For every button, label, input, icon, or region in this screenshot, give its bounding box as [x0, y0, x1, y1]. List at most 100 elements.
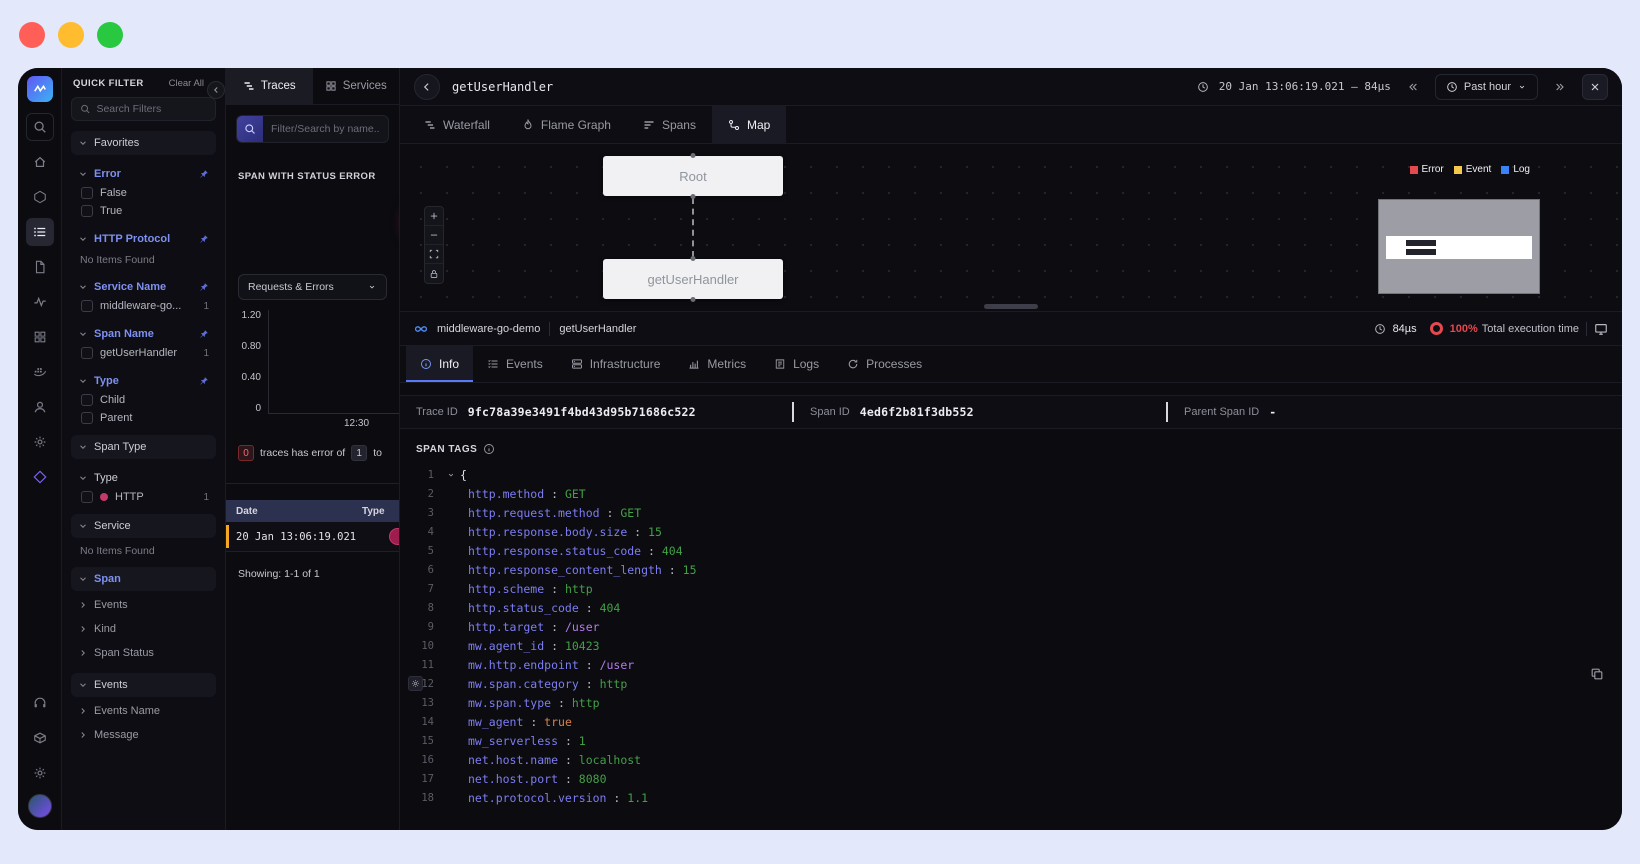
span-map-canvas[interactable]: Error Event Log Root getUserHandler	[400, 144, 1622, 312]
checkbox[interactable]	[81, 205, 93, 217]
app-logo[interactable]	[26, 76, 53, 102]
filter-option-parent[interactable]: Parent	[71, 409, 216, 427]
tag-settings-button[interactable]	[408, 676, 423, 691]
close-detail-button[interactable]	[1582, 73, 1608, 100]
section-span[interactable]: Span	[71, 567, 216, 591]
rail-support-button[interactable]	[26, 689, 54, 717]
filter-option-http[interactable]: HTTP 1	[71, 488, 216, 506]
pin-icon[interactable]	[199, 169, 209, 179]
pin-icon[interactable]	[199, 282, 209, 292]
section-events[interactable]: Events	[71, 673, 216, 697]
rail-traces-button[interactable]	[25, 218, 54, 246]
rail-apm-button[interactable]	[26, 288, 54, 316]
filter-option-middleware-go-demo[interactable]: middleware-go... 1	[71, 297, 216, 315]
breadcrumb-span[interactable]: getUserHandler	[559, 323, 636, 335]
user-avatar[interactable]	[27, 794, 52, 818]
trace-filter-box[interactable]	[236, 115, 389, 143]
section-favorites[interactable]: Favorites	[71, 131, 216, 155]
fit-view-button[interactable]	[425, 245, 443, 264]
close-window-button[interactable]	[19, 22, 45, 48]
tab-waterfall[interactable]: Waterfall	[408, 106, 506, 143]
section-service[interactable]: Service	[71, 514, 216, 538]
rail-home-button[interactable]	[26, 148, 54, 176]
collapse-json-button[interactable]	[446, 470, 456, 480]
checkbox[interactable]	[81, 300, 93, 312]
chart-metric-select[interactable]: Requests & Errors	[238, 274, 387, 300]
tab-processes[interactable]: Processes	[833, 346, 936, 382]
map-node-getuserhandler[interactable]: getUserHandler	[603, 256, 783, 302]
map-minimap[interactable]	[1378, 199, 1540, 294]
pin-icon[interactable]	[199, 376, 209, 386]
section-type[interactable]: Type	[71, 371, 216, 391]
rail-dashboards-button[interactable]	[26, 323, 54, 351]
pin-icon[interactable]	[199, 329, 209, 339]
search-filters-box[interactable]	[71, 97, 216, 121]
rail-integrations-button[interactable]	[26, 463, 54, 491]
info-icon[interactable]	[483, 443, 495, 455]
lock-view-button[interactable]	[425, 264, 444, 283]
tab-events[interactable]: Events	[473, 346, 557, 382]
minimize-window-button[interactable]	[58, 22, 84, 48]
monitor-icon[interactable]	[1594, 322, 1608, 336]
tab-infrastructure[interactable]: Infrastructure	[557, 346, 675, 382]
span-id-value[interactable]: 4ed6f2b81f3db552	[860, 405, 974, 419]
section-span-name[interactable]: Span Name	[71, 324, 216, 344]
search-filters-input[interactable]	[96, 103, 207, 115]
breadcrumb-service[interactable]: middleware-go-demo	[437, 323, 540, 335]
tab-services[interactable]: Services	[313, 68, 400, 104]
checkbox[interactable]	[81, 394, 93, 406]
tab-info[interactable]: Info	[406, 346, 474, 382]
map-node-root[interactable]: Root	[603, 153, 783, 199]
shift-range-forward-button[interactable]	[1548, 75, 1572, 99]
filter-option-false[interactable]: False	[71, 184, 216, 202]
rail-search-button[interactable]	[25, 113, 54, 141]
tab-spans[interactable]: Spans	[627, 106, 712, 143]
pin-icon[interactable]	[199, 234, 209, 244]
zoom-in-button[interactable]	[425, 207, 443, 226]
checkbox[interactable]	[81, 412, 93, 424]
copy-json-button[interactable]	[1590, 667, 1604, 681]
rail-containers-button[interactable]	[26, 358, 54, 386]
collapsed-section-span-status[interactable]: Span Status	[71, 641, 216, 665]
zoom-out-button[interactable]	[425, 226, 443, 245]
rail-rum-button[interactable]	[26, 393, 54, 421]
filter-option-child[interactable]: Child	[71, 391, 216, 409]
resize-handle[interactable]	[984, 304, 1038, 309]
tab-metrics[interactable]: Metrics	[674, 346, 760, 382]
trace-filter-input[interactable]	[263, 123, 388, 135]
zoom-window-button[interactable]	[97, 22, 123, 48]
column-date[interactable]: Date	[226, 506, 362, 517]
rail-infrastructure-button[interactable]	[26, 183, 54, 211]
collapsed-section-events-name[interactable]: Events Name	[71, 699, 216, 723]
column-type[interactable]: Type	[362, 506, 385, 517]
filter-option-true[interactable]: True	[71, 202, 216, 220]
trace-id-value[interactable]: 9fc78a39e3491f4bd43d95b71686c522	[468, 405, 696, 419]
rail-docs-button[interactable]	[26, 253, 54, 281]
collapsed-section-kind[interactable]: Kind	[71, 617, 216, 641]
back-button[interactable]	[414, 73, 440, 100]
checkbox[interactable]	[81, 491, 93, 503]
collapsed-section-events[interactable]: Events	[71, 593, 216, 617]
checkbox[interactable]	[81, 347, 93, 359]
clear-all-button[interactable]: Clear All	[169, 78, 204, 89]
filter-option-getuserhandler[interactable]: getUserHandler 1	[71, 344, 216, 362]
trace-row[interactable]: 20 Jan 13:06:19.021	[226, 522, 399, 552]
collapse-sidebar-button[interactable]	[207, 81, 225, 99]
rail-package-button[interactable]	[26, 724, 54, 752]
time-range-select[interactable]: Past hour	[1434, 73, 1538, 100]
collapsed-section-message[interactable]: Message	[71, 723, 216, 747]
tab-traces[interactable]: Traces	[226, 68, 313, 104]
span-tags-json[interactable]: 1 { 2 http.method : GET 3 http.request.met…	[400, 463, 1622, 830]
section-http-protocol[interactable]: HTTP Protocol	[71, 229, 216, 249]
section-type-2[interactable]: Type	[71, 468, 216, 488]
rail-preferences-button[interactable]	[26, 759, 54, 787]
tab-flame-graph[interactable]: Flame Graph	[506, 106, 627, 143]
shift-range-back-button[interactable]	[1401, 75, 1425, 99]
checkbox[interactable]	[81, 187, 93, 199]
tab-logs[interactable]: Logs	[760, 346, 833, 382]
tab-map[interactable]: Map	[711, 106, 787, 143]
section-error[interactable]: Error	[71, 164, 216, 184]
section-service-name[interactable]: Service Name	[71, 277, 216, 297]
rail-settings-button[interactable]	[26, 428, 54, 456]
section-span-type[interactable]: Span Type	[71, 435, 216, 459]
